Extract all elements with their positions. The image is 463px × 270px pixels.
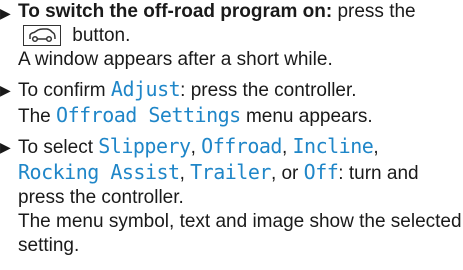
display-text-incline: Incline [292, 134, 374, 158]
step-text: button. [67, 25, 131, 46]
separator: , or [270, 163, 304, 184]
separator: , [373, 137, 379, 158]
step-result: The Offroad Settings menu appears. [18, 103, 463, 129]
offroad-car-icon [23, 25, 61, 46]
step-text: To confirm [18, 80, 111, 101]
display-text-adjust: Adjust [110, 77, 181, 101]
separator: , [179, 163, 191, 184]
step-text: To select [18, 137, 99, 158]
display-text-trailer: Trailer [190, 160, 271, 184]
step-text: : press the controller. [180, 80, 357, 101]
display-text-slippery: Slippery [98, 134, 191, 158]
instruction-document: ▶ To switch the off-road program on: pre… [0, 0, 463, 263]
separator: , [281, 137, 293, 158]
display-text-offroad: Offroad [201, 134, 282, 158]
step-lead: To switch the off-road program on: [18, 1, 333, 22]
bullet-arrow-icon: ▶ [0, 82, 11, 98]
bullet-arrow-icon: ▶ [0, 139, 11, 155]
result-text: The [18, 106, 57, 127]
display-text-rocking-assist: Rocking Assist [18, 160, 180, 184]
result-text: menu appears. [240, 106, 373, 127]
bullet-arrow-icon: ▶ [0, 5, 11, 21]
instruction-step-1: ▶ To switch the off-road program on: pre… [0, 0, 463, 72]
instruction-step-3: ▶ To select Slippery, Offroad, Incline, R… [0, 134, 463, 258]
instruction-step-2: ▶ To confirm Adjust: press the controlle… [0, 77, 463, 129]
step-text: press the [332, 1, 416, 22]
step-result: The menu symbol, text and image show the… [18, 211, 462, 256]
display-text-off: Off [303, 160, 339, 184]
display-text-offroad-settings: Offroad Settings [56, 103, 241, 127]
separator: , [190, 137, 202, 158]
step-result: A window appears after a short while. [18, 49, 333, 70]
